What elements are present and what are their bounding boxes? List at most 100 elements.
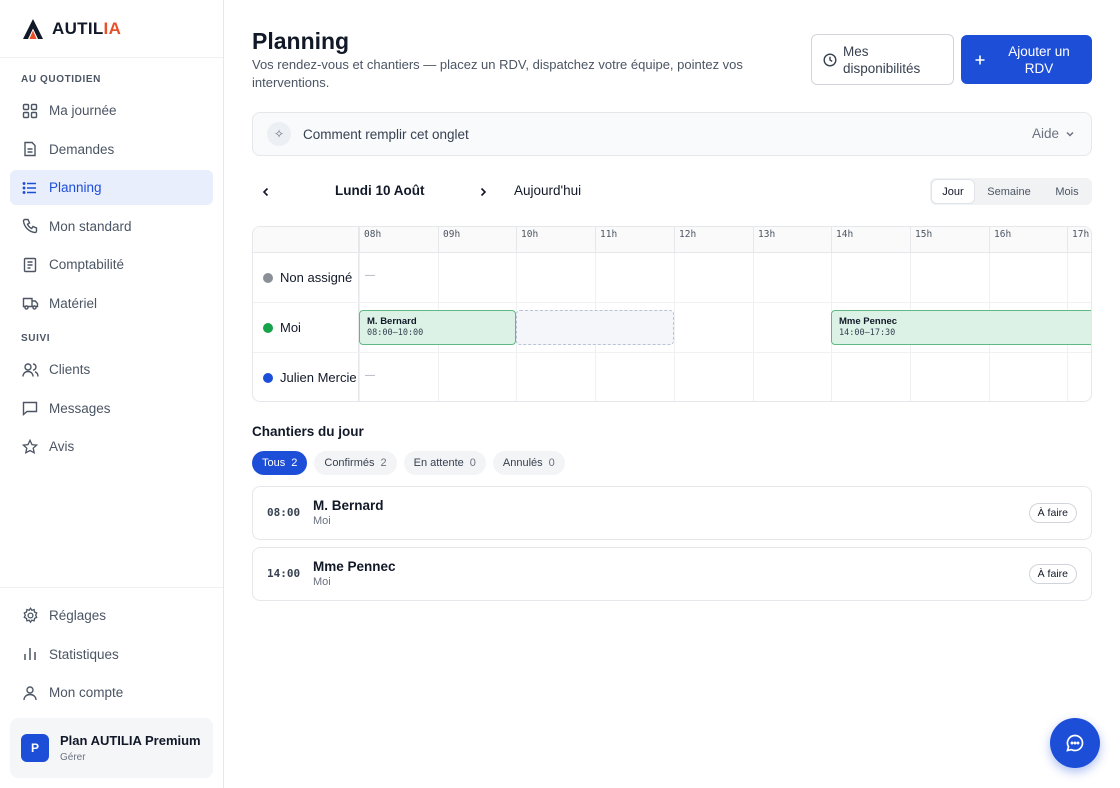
brand-name: AUTILIA [52, 18, 122, 38]
schedule-row-unassigned: Non assigné — [253, 253, 1091, 303]
sidebar-item-label: Comptabilité [49, 257, 125, 272]
current-date: Lundi 10 Août [335, 183, 425, 198]
sidebar-item-statistiques[interactable]: Statistiques [10, 637, 213, 672]
user-icon [21, 684, 39, 702]
schedule-row-name: Julien Mercier [280, 370, 357, 385]
sidebar-item-messages[interactable]: Messages [10, 391, 213, 426]
add-rdv-button[interactable]: Ajouter un RDV [961, 35, 1092, 84]
chevron-down-icon [1066, 131, 1074, 137]
schedule-row-label: Julien Mercier [263, 370, 357, 385]
status-badge: À faire [1028, 564, 1077, 584]
message-icon [21, 399, 39, 417]
view-month-tab[interactable]: Mois [1044, 180, 1090, 203]
status-dot [263, 272, 273, 283]
hour-label: 11h [595, 227, 674, 253]
sidebar-item-ma-journee[interactable]: Ma journée [10, 93, 213, 128]
schedule-row-name: Moi [280, 320, 301, 335]
view-toggle: Jour Semaine Mois [930, 178, 1092, 205]
filter-count: 2 [380, 457, 387, 469]
hour-label: 14h [831, 227, 910, 253]
job-time: 08:00 [267, 506, 301, 519]
hour-label: 08h [359, 227, 438, 253]
status-dot [263, 372, 273, 383]
event-name: M. Bernard [367, 316, 417, 327]
hour-label: 10h [516, 227, 595, 253]
list-icon [21, 179, 39, 197]
sidebar-item-label: Réglages [49, 608, 107, 623]
chat-bubble-icon [1066, 734, 1084, 752]
page-title: Planning [252, 28, 350, 54]
hour-label: 12h [674, 227, 753, 253]
job-card[interactable]: 08:00 M. Bernard Moi À faire [252, 486, 1092, 540]
gear-icon [21, 607, 39, 625]
filter-count: 2 [291, 457, 298, 469]
autilia-logo-icon [23, 18, 43, 39]
sidebar-item-mon-standard[interactable]: Mon standard [10, 209, 213, 244]
bar-chart-icon [21, 645, 39, 663]
sidebar-item-label: Demandes [49, 141, 115, 157]
sidebar-item-label: Planning [49, 180, 102, 195]
hour-label: 16h [989, 227, 1068, 253]
grid-icon [21, 102, 39, 120]
today-button[interactable]: Aujourd'hui [514, 183, 581, 198]
job-assignee: Moi [313, 576, 331, 588]
help-aide-toggle[interactable]: Aide [1032, 126, 1075, 141]
filter-count: 0 [548, 457, 555, 469]
sidebar-item-materiel[interactable]: Matériel [10, 286, 213, 321]
drop-slot-placeholder[interactable] [516, 310, 674, 345]
filter-label: Confirmés [324, 457, 375, 469]
sidebar-item-label: Clients [49, 362, 91, 377]
help-bar[interactable]: ✧ Comment remplir cet onglet Aide [252, 112, 1092, 156]
job-card[interactable]: 14:00 Mme Pennec Moi À faire [252, 547, 1092, 601]
document-icon [21, 140, 39, 158]
plus-icon [975, 55, 985, 65]
date-navigation: Lundi 10 Août Aujourd'hui Jour Semaine M… [252, 178, 1092, 205]
plan-manage-link[interactable]: Gérer [60, 752, 201, 763]
filter-chip-confirmed[interactable]: Confirmés 2 [314, 451, 397, 475]
view-day-tab[interactable]: Jour [932, 180, 974, 203]
hour-label: 15h [910, 227, 989, 253]
sidebar-bottom: Réglages Statistiques Mon compte P Plan … [0, 587, 223, 788]
chantiers-title: Chantiers du jour [252, 424, 364, 439]
sidebar-item-comptabilite[interactable]: Comptabilité [10, 247, 213, 282]
filter-label: Tous [262, 457, 286, 469]
section-label-follow: SUIVI [21, 333, 51, 344]
event-bernard[interactable]: M. Bernard 08:00–10:00 [359, 310, 516, 345]
sidebar-item-label: Mon compte [49, 685, 124, 700]
event-pennec[interactable]: Mme Pennec 14:00–17:30 [831, 310, 1091, 345]
sidebar-item-label: Mon standard [49, 218, 132, 234]
empty-marker: — [365, 370, 375, 381]
sidebar-item-label: Avis [49, 439, 75, 454]
filter-chip-pending[interactable]: En attente 0 [403, 451, 486, 475]
plan-title: Plan AUTILIA Premium [60, 733, 201, 748]
chevron-right-icon[interactable] [473, 182, 493, 202]
receipt-icon [21, 256, 39, 274]
star-icon [21, 438, 39, 456]
availability-button[interactable]: Mes disponibilités [811, 34, 954, 85]
job-assignee: Moi [313, 515, 331, 527]
view-week-tab[interactable]: Semaine [974, 180, 1044, 203]
app-logo[interactable]: AUTILIA [0, 0, 223, 58]
sidebar-item-avis[interactable]: Avis [10, 429, 213, 464]
sidebar-item-mon-compte[interactable]: Mon compte [10, 675, 213, 710]
sidebar-item-label: Messages [49, 400, 111, 416]
sidebar-item-clients[interactable]: Clients [10, 352, 213, 387]
filter-label: En attente [413, 457, 464, 469]
filter-chip-cancelled[interactable]: Annulés 0 [492, 451, 565, 475]
sidebar: AUTILIA AU QUOTIDIEN Ma journée Demandes… [0, 0, 224, 788]
filter-chip-all[interactable]: Tous 2 [252, 451, 308, 475]
schedule-row-label: Moi [263, 320, 357, 335]
sidebar-item-reglages[interactable]: Réglages [10, 598, 213, 633]
chat-button[interactable] [1050, 718, 1100, 768]
sidebar-item-label: Ma journée [49, 103, 117, 118]
schedule-row-name: Non assigné [280, 270, 353, 285]
sidebar-item-planning[interactable]: Planning [10, 170, 213, 205]
clock-icon [823, 52, 837, 67]
chevron-left-icon[interactable] [256, 182, 276, 202]
empty-marker: — [365, 270, 375, 281]
plan-card[interactable]: P Plan AUTILIA Premium Gérer [10, 718, 213, 778]
sidebar-item-demandes[interactable]: Demandes [10, 132, 213, 167]
schedule-row-julien: Julien Mercier — [253, 353, 1091, 401]
chantiers-filters: Tous 2 Confirmés 2 En attente 0 Annulés 0 [252, 451, 572, 475]
section-label-daily: AU QUOTIDIEN [21, 74, 101, 85]
